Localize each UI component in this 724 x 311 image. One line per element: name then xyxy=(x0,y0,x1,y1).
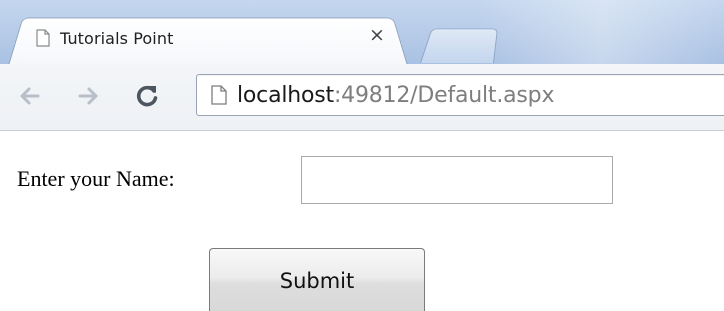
back-arrow-icon xyxy=(18,86,40,106)
forward-arrow-icon xyxy=(78,86,100,106)
forward-button[interactable] xyxy=(72,78,106,114)
submit-button[interactable]: Submit xyxy=(209,248,425,311)
page-icon xyxy=(36,29,50,47)
tab-strip-background xyxy=(480,0,724,64)
new-tab-button[interactable] xyxy=(420,29,498,63)
tab-content: Tutorials Point xyxy=(36,20,406,56)
tab-close-icon[interactable]: × xyxy=(368,24,386,46)
address-bar[interactable]: localhost:49812/Default.aspx xyxy=(196,74,724,116)
browser-toolbar: localhost:49812/Default.aspx xyxy=(0,64,724,131)
back-button[interactable] xyxy=(12,78,46,114)
reload-button[interactable] xyxy=(130,78,164,114)
url-path: :49812/Default.aspx xyxy=(334,83,554,108)
tab-title: Tutorials Point xyxy=(60,29,173,48)
url-text: localhost:49812/Default.aspx xyxy=(237,83,554,108)
url-host: localhost xyxy=(237,83,334,108)
name-label: Enter your Name: xyxy=(17,166,175,192)
tab-strip: Tutorials Point × xyxy=(0,0,724,64)
name-input[interactable] xyxy=(301,156,613,204)
reload-icon xyxy=(134,83,160,109)
page-icon xyxy=(211,85,227,105)
page-content: Enter your Name: Submit xyxy=(0,131,724,311)
